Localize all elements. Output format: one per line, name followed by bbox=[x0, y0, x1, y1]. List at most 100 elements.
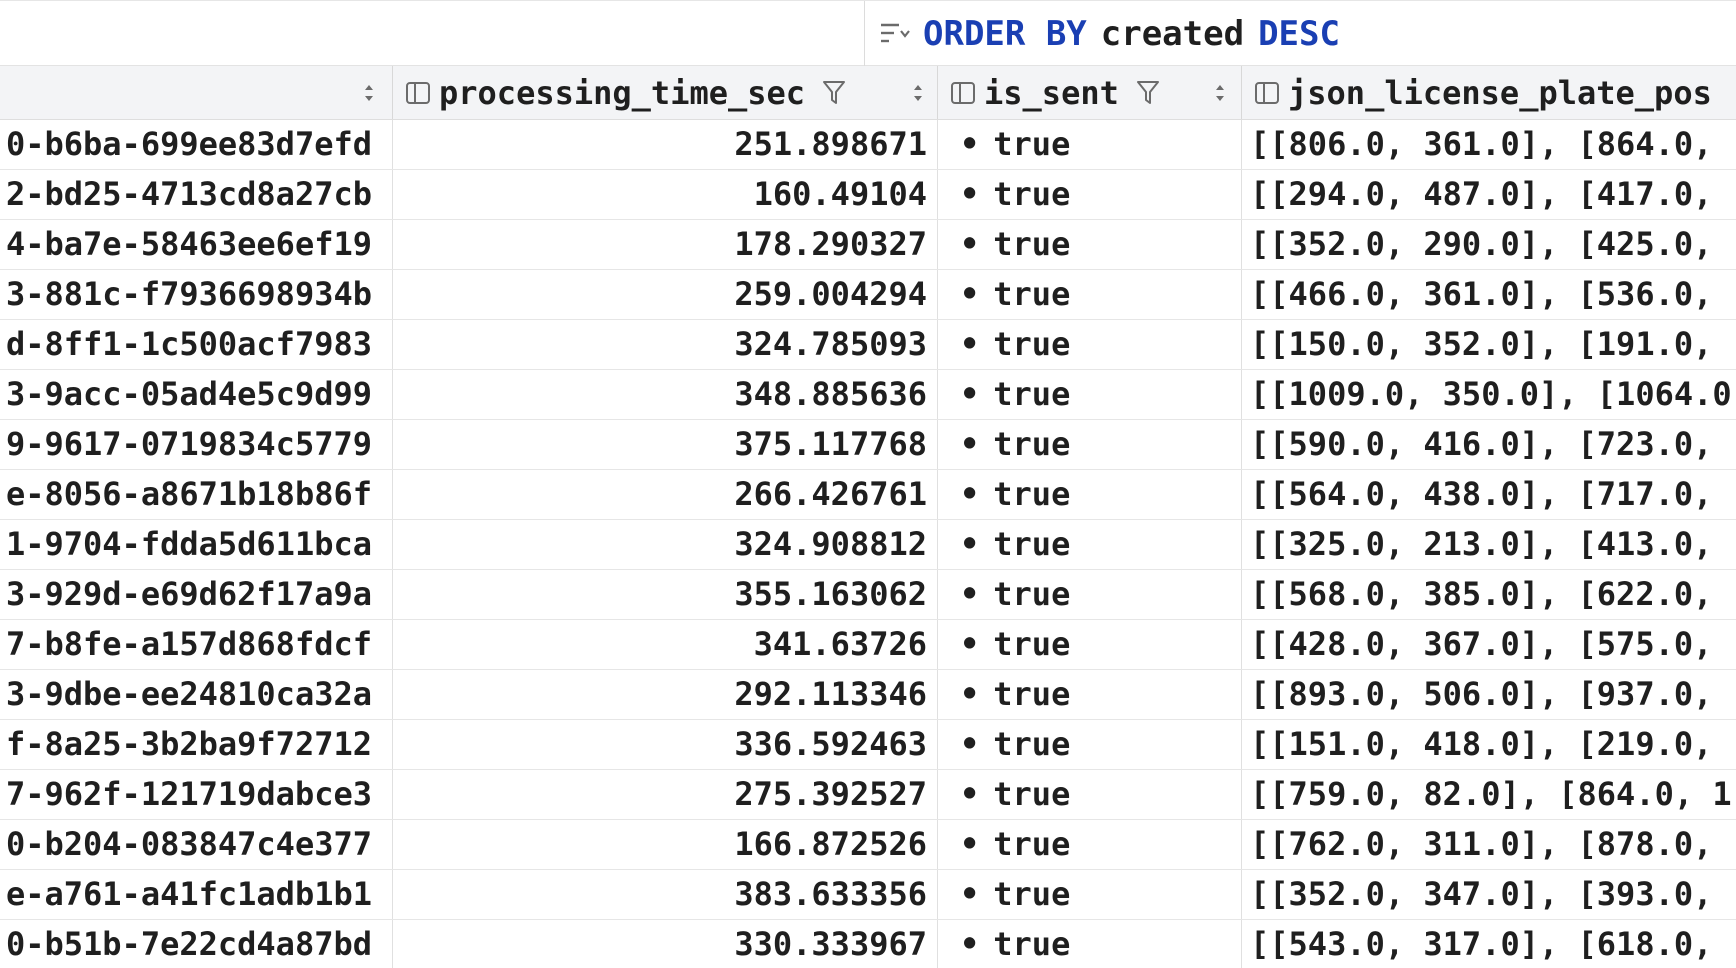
cell-json-license-plate[interactable]: [[325.0, 213.0], [413.0, bbox=[1241, 520, 1736, 569]
cell-is-sent[interactable]: • true bbox=[937, 120, 1241, 169]
cell-processing-time[interactable]: 166.872526 bbox=[392, 820, 937, 869]
table-row[interactable]: 0-b51b-7e22cd4a87bd 330.333967 • true [[543.… bbox=[0, 920, 1736, 968]
order-direction-keyword: DESC bbox=[1258, 13, 1340, 54]
cell-is-sent[interactable]: • true bbox=[937, 470, 1241, 519]
cell-is-sent[interactable]: • true bbox=[937, 870, 1241, 919]
cell-is-sent[interactable]: • true bbox=[937, 770, 1241, 819]
table-row[interactable]: 3-9acc-05ad4e5c9d99 348.885636 • true [[1009… bbox=[0, 370, 1736, 420]
column-header-json-license-plate[interactable]: json_license_plate_pos bbox=[1241, 66, 1736, 119]
cell-processing-time[interactable]: 348.885636 bbox=[392, 370, 937, 419]
table-row[interactable]: 3-929d-e69d62f17a9a 355.163062 • true [[568.… bbox=[0, 570, 1736, 620]
cell-is-sent[interactable]: • true bbox=[937, 670, 1241, 719]
filter-funnel-icon[interactable] bbox=[821, 79, 847, 107]
cell-is-sent[interactable]: • true bbox=[937, 720, 1241, 769]
column-header-id[interactable] bbox=[0, 66, 392, 119]
table-row[interactable]: 3-9dbe-ee24810ca32a 292.113346 • true [[893.… bbox=[0, 670, 1736, 720]
cell-processing-time[interactable]: 341.63726 bbox=[392, 620, 937, 669]
order-by-input[interactable]: ORDER BY created DESC bbox=[864, 1, 1736, 66]
sort-arrows-icon[interactable] bbox=[911, 82, 925, 104]
cell-id[interactable]: 3-9dbe-ee24810ca32a bbox=[0, 670, 392, 719]
cell-is-sent[interactable]: • true bbox=[937, 520, 1241, 569]
table-row[interactable]: 0-b6ba-699ee83d7efd 251.898671 • true [[806.… bbox=[0, 120, 1736, 170]
cell-is-sent[interactable]: • true bbox=[937, 420, 1241, 469]
cell-processing-time[interactable]: 266.426761 bbox=[392, 470, 937, 519]
cell-id[interactable]: e-8056-a8671b18b86f bbox=[0, 470, 392, 519]
cell-id[interactable]: 4-ba7e-58463ee6ef19 bbox=[0, 220, 392, 269]
cell-is-sent[interactable]: • true bbox=[937, 270, 1241, 319]
cell-id[interactable]: 3-9acc-05ad4e5c9d99 bbox=[0, 370, 392, 419]
cell-id[interactable]: 0-b204-083847c4e377 bbox=[0, 820, 392, 869]
cell-json-license-plate[interactable]: [[762.0, 311.0], [878.0, bbox=[1241, 820, 1736, 869]
cell-is-sent[interactable]: • true bbox=[937, 320, 1241, 369]
cell-id[interactable]: 0-b51b-7e22cd4a87bd bbox=[0, 920, 392, 968]
cell-is-sent[interactable]: • true bbox=[937, 370, 1241, 419]
cell-json-license-plate[interactable]: [[150.0, 352.0], [191.0, bbox=[1241, 320, 1736, 369]
cell-json-license-plate[interactable]: [[759.0, 82.0], [864.0, 1 bbox=[1241, 770, 1736, 819]
cell-json-license-plate[interactable]: [[151.0, 418.0], [219.0, bbox=[1241, 720, 1736, 769]
where-filter-input[interactable] bbox=[0, 1, 864, 66]
cell-id[interactable]: 0-b6ba-699ee83d7efd bbox=[0, 120, 392, 169]
cell-id[interactable]: 3-929d-e69d62f17a9a bbox=[0, 570, 392, 619]
cell-json-license-plate[interactable]: [[352.0, 290.0], [425.0, bbox=[1241, 220, 1736, 269]
table-row[interactable]: e-a761-a41fc1adb1b1 383.633356 • true [[352.… bbox=[0, 870, 1736, 920]
table-row[interactable]: 1-9704-fdda5d611bca 324.908812 • true [[325.… bbox=[0, 520, 1736, 570]
cell-is-sent[interactable]: • true bbox=[937, 620, 1241, 669]
column-header-is-sent[interactable]: is_sent bbox=[937, 66, 1241, 119]
cell-json-license-plate[interactable]: [[568.0, 385.0], [622.0, bbox=[1241, 570, 1736, 619]
cell-json-license-plate[interactable]: [[590.0, 416.0], [723.0, bbox=[1241, 420, 1736, 469]
filter-funnel-icon[interactable] bbox=[1135, 79, 1161, 107]
bullet-icon: • bbox=[960, 325, 980, 363]
table-header: processing_time_sec is_sent json_license… bbox=[0, 66, 1736, 120]
sort-arrows-icon[interactable] bbox=[1213, 82, 1227, 104]
cell-processing-time[interactable]: 375.117768 bbox=[392, 420, 937, 469]
cell-json-license-plate[interactable]: [[543.0, 317.0], [618.0, bbox=[1241, 920, 1736, 968]
cell-id[interactable]: f-8a25-3b2ba9f72712 bbox=[0, 720, 392, 769]
cell-processing-time[interactable]: 324.785093 bbox=[392, 320, 937, 369]
cell-processing-time[interactable]: 355.163062 bbox=[392, 570, 937, 619]
cell-processing-time[interactable]: 178.290327 bbox=[392, 220, 937, 269]
table-row[interactable]: d-8ff1-1c500acf7983 324.785093 • true [[150.… bbox=[0, 320, 1736, 370]
cell-processing-time[interactable]: 336.592463 bbox=[392, 720, 937, 769]
table-row[interactable]: 2-bd25-4713cd8a27cb 160.49104 • true [[294.0… bbox=[0, 170, 1736, 220]
cell-processing-time[interactable]: 259.004294 bbox=[392, 270, 937, 319]
cell-id[interactable]: 7-b8fe-a157d868fdcf bbox=[0, 620, 392, 669]
table-row[interactable]: 7-b8fe-a157d868fdcf 341.63726 • true [[428.0… bbox=[0, 620, 1736, 670]
table-row[interactable]: f-8a25-3b2ba9f72712 336.592463 • true [[151.… bbox=[0, 720, 1736, 770]
cell-id[interactable]: d-8ff1-1c500acf7983 bbox=[0, 320, 392, 369]
column-header-processing-time[interactable]: processing_time_sec bbox=[392, 66, 937, 119]
cell-id[interactable]: 3-881c-f7936698934b bbox=[0, 270, 392, 319]
table-row[interactable]: 0-b204-083847c4e377 166.872526 • true [[762.… bbox=[0, 820, 1736, 870]
cell-id[interactable]: 9-9617-0719834c5779 bbox=[0, 420, 392, 469]
cell-json-license-plate[interactable]: [[1009.0, 350.0], [1064.0 bbox=[1241, 370, 1736, 419]
table-row[interactable]: e-8056-a8671b18b86f 266.426761 • true [[564.… bbox=[0, 470, 1736, 520]
cell-processing-time[interactable]: 160.49104 bbox=[392, 170, 937, 219]
cell-id[interactable]: 2-bd25-4713cd8a27cb bbox=[0, 170, 392, 219]
cell-is-sent[interactable]: • true bbox=[937, 820, 1241, 869]
sort-arrows-icon[interactable] bbox=[362, 82, 376, 104]
cell-json-license-plate[interactable]: [[352.0, 347.0], [393.0, bbox=[1241, 870, 1736, 919]
cell-is-sent[interactable]: • true bbox=[937, 570, 1241, 619]
cell-processing-time[interactable]: 330.333967 bbox=[392, 920, 937, 968]
cell-json-license-plate[interactable]: [[428.0, 367.0], [575.0, bbox=[1241, 620, 1736, 669]
cell-processing-time[interactable]: 292.113346 bbox=[392, 670, 937, 719]
cell-json-license-plate[interactable]: [[893.0, 506.0], [937.0, bbox=[1241, 670, 1736, 719]
cell-processing-time[interactable]: 251.898671 bbox=[392, 120, 937, 169]
cell-id[interactable]: 7-962f-121719dabce3 bbox=[0, 770, 392, 819]
cell-is-sent[interactable]: • true bbox=[937, 220, 1241, 269]
cell-json-license-plate[interactable]: [[806.0, 361.0], [864.0, bbox=[1241, 120, 1736, 169]
cell-is-sent[interactable]: • true bbox=[937, 170, 1241, 219]
cell-id[interactable]: e-a761-a41fc1adb1b1 bbox=[0, 870, 392, 919]
cell-processing-time[interactable]: 324.908812 bbox=[392, 520, 937, 569]
cell-json-license-plate[interactable]: [[564.0, 438.0], [717.0, bbox=[1241, 470, 1736, 519]
table-row[interactable]: 3-881c-f7936698934b 259.004294 • true [[466.… bbox=[0, 270, 1736, 320]
is-sent-value: true bbox=[993, 625, 1071, 663]
table-row[interactable]: 7-962f-121719dabce3 275.392527 • true [[759.… bbox=[0, 770, 1736, 820]
table-row[interactable]: 4-ba7e-58463ee6ef19 178.290327 • true [[352.… bbox=[0, 220, 1736, 270]
cell-processing-time[interactable]: 383.633356 bbox=[392, 870, 937, 919]
cell-processing-time[interactable]: 275.392527 bbox=[392, 770, 937, 819]
cell-id[interactable]: 1-9704-fdda5d611bca bbox=[0, 520, 392, 569]
table-row[interactable]: 9-9617-0719834c5779 375.117768 • true [[590.… bbox=[0, 420, 1736, 470]
cell-json-license-plate[interactable]: [[294.0, 487.0], [417.0, bbox=[1241, 170, 1736, 219]
cell-is-sent[interactable]: • true bbox=[937, 920, 1241, 968]
cell-json-license-plate[interactable]: [[466.0, 361.0], [536.0, bbox=[1241, 270, 1736, 319]
